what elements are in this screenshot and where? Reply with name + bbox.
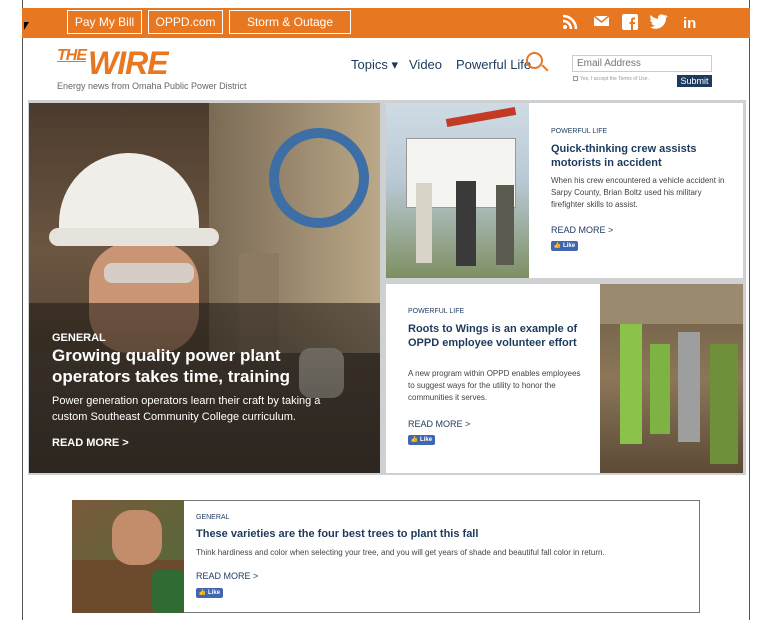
hero-category: GENERAL	[52, 332, 106, 344]
the-wire-logo[interactable]: THEWIRE	[57, 45, 169, 82]
card2-read-more-link[interactable]: READ MORE >	[408, 419, 470, 429]
card3-description: Think hardiness and color when selecting…	[196, 548, 605, 557]
rss-icon[interactable]	[562, 14, 578, 34]
submit-button[interactable]: Submit	[677, 75, 712, 87]
linkedin-icon[interactable]: in	[683, 15, 696, 32]
hero-title[interactable]: Growing quality power plant operators ta…	[52, 345, 352, 387]
pay-my-bill-button[interactable]: Pay My Bill	[67, 10, 142, 34]
hero-description: Power generation operators learn their c…	[52, 395, 321, 423]
volunteer-photo[interactable]	[600, 284, 743, 473]
card1-description: When his crew encountered a vehicle acci…	[551, 176, 725, 209]
email-field[interactable]	[572, 55, 712, 72]
tagline: Energy news from Omaha Public Power Dist…	[57, 81, 247, 91]
card3-read-more-link[interactable]: READ MORE >	[196, 571, 258, 581]
nav-topics[interactable]: Topics ▾	[351, 57, 398, 73]
card3-category: GENERAL	[196, 514, 230, 521]
card3-like-button[interactable]: 👍 Like	[196, 588, 223, 598]
search-icon[interactable]	[526, 52, 543, 69]
top-bar: Pay My Bill OPPD.com Storm & Outage Cent…	[22, 8, 750, 51]
terms-checkbox[interactable]: Yes, I accept the Terms of Use.	[573, 76, 649, 82]
crew-photo[interactable]	[386, 103, 529, 278]
card1-like-button[interactable]: 👍 Like	[551, 241, 578, 251]
nav-powerful-life[interactable]: Powerful Life	[456, 57, 531, 72]
mouse-cursor-icon	[24, 22, 29, 30]
card2-description: A new program within OPPD enables employ…	[408, 369, 581, 402]
nav-video[interactable]: Video	[409, 57, 442, 72]
card1-category: POWERFUL LIFE	[551, 128, 608, 135]
oppd-link-button[interactable]: OPPD.com	[148, 10, 223, 34]
card2-category: POWERFUL LIFE	[408, 308, 465, 315]
card2-like-button[interactable]: 👍 Like	[408, 435, 435, 445]
card1-title[interactable]: Quick-thinking crew assists motorists in…	[551, 142, 731, 170]
twitter-icon[interactable]	[650, 14, 668, 33]
card2-title[interactable]: Roots to Wings is an example of OPPD emp…	[408, 322, 588, 350]
trees-photo[interactable]	[72, 500, 184, 613]
card1-read-more-link[interactable]: READ MORE >	[551, 225, 613, 235]
hero-read-more-link[interactable]: READ MORE >	[52, 437, 129, 449]
facebook-icon[interactable]	[622, 14, 638, 34]
email-icon[interactable]	[593, 14, 610, 32]
card3-title[interactable]: These varieties are the four best trees …	[196, 527, 676, 541]
storm-outage-button[interactable]: Storm & Outage Center	[229, 10, 351, 51]
